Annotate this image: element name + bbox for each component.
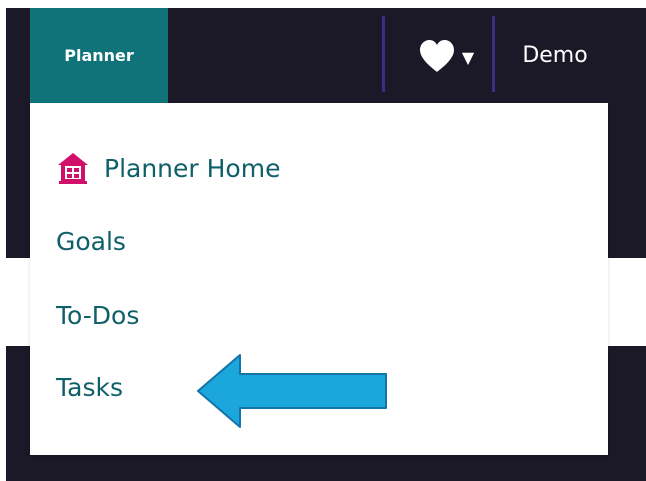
menu-item-tasks[interactable]: Tasks (56, 373, 123, 402)
menu-item-label: To-Dos (56, 301, 140, 330)
chevron-down-icon: ▼ (461, 48, 475, 67)
favorites-menu-button[interactable]: ▼ (400, 8, 492, 103)
heart-icon (419, 39, 454, 72)
house-icon (58, 153, 88, 184)
demo-user-menu[interactable]: Demo (496, 8, 614, 103)
menu-item-label: Tasks (56, 373, 123, 402)
nav-divider (382, 16, 385, 92)
menu-item-planner-home[interactable]: Planner Home (56, 151, 280, 185)
arrow-left-icon (197, 354, 387, 428)
planner-nav-label: Planner (64, 46, 134, 65)
menu-item-to-dos[interactable]: To-Dos (56, 301, 139, 330)
demo-label: Demo (522, 43, 588, 68)
menu-item-goals[interactable]: Goals (56, 227, 126, 256)
page: Planner ▼ Demo Planner Home Goals To-Dos… (0, 0, 646, 481)
menu-item-label: Goals (56, 227, 126, 256)
nav-divider (492, 16, 495, 92)
planner-nav-tab[interactable]: Planner (30, 8, 168, 103)
menu-item-label: Planner Home (104, 153, 281, 183)
